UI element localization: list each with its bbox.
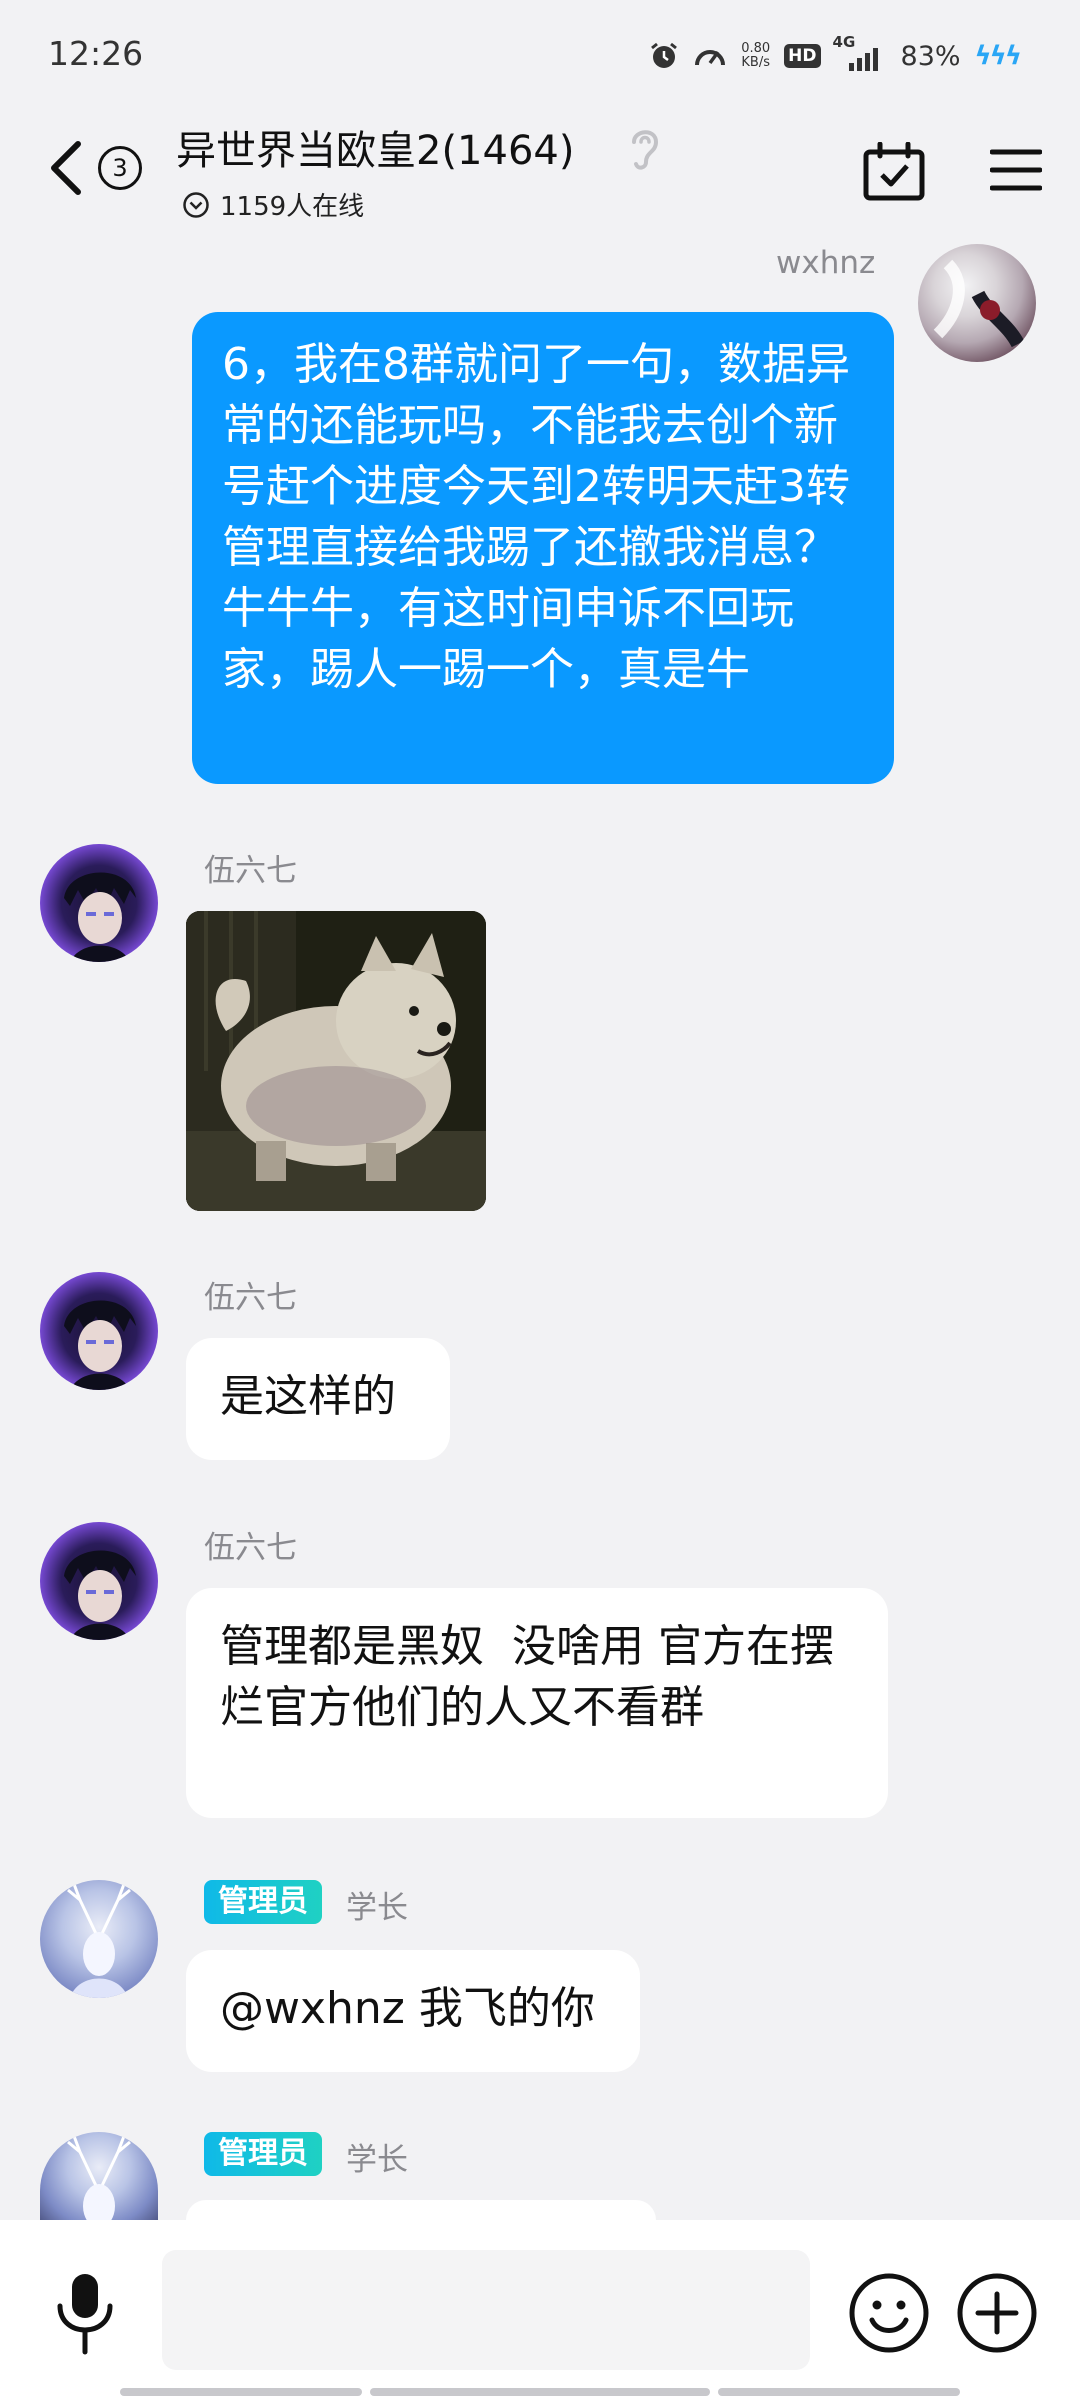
admin-badge: 管理员 (204, 1880, 322, 1924)
sender-name: 学长 (346, 1890, 408, 1926)
group-title[interactable]: 异世界当欧皇2(1464) (176, 118, 574, 176)
message-bubble[interactable]: 是这样的 (186, 1338, 450, 1460)
admin-badge: 管理员 (204, 2132, 322, 2176)
speedometer-icon (695, 50, 726, 66)
message-bubble[interactable]: 管理都是黑奴 没啥用 官方在摆烂官方他们的人又不看群 (186, 1588, 888, 1818)
status-icons: 0.80 KB/s HD 4G 83% ϟϟϟ (649, 33, 1022, 76)
dog-sticker-image[interactable] (186, 911, 486, 1211)
signal-icon: 4G (833, 33, 887, 71)
chevron-down-circle-icon (183, 191, 209, 218)
plus-icon[interactable] (956, 2272, 1038, 2354)
sender-name: 伍六七 (204, 853, 297, 889)
online-status[interactable]: 1159人在线 (182, 186, 364, 223)
message-bubble[interactable] (186, 2200, 656, 2220)
net-speed-value: 0.80 (741, 41, 771, 56)
network-type: 4G (832, 33, 856, 51)
battery-percent: 83% (900, 40, 961, 72)
unread-count-badge[interactable]: 3 (98, 146, 142, 190)
net-speed-unit: KB/s (741, 55, 770, 70)
sender-name: 学长 (346, 2142, 408, 2178)
sender-name: 伍六七 (204, 1530, 297, 1566)
net-speed: 0.80 KB/s (741, 42, 770, 70)
emoji-icon[interactable] (848, 2272, 930, 2354)
sender-name: wxhnz (776, 245, 876, 281)
user-avatar[interactable] (40, 1880, 158, 1998)
message-bubble[interactable]: 6，我在8群就问了一句，数据异常的还能玩吗，不能我去创个新号赶个进度今天到2转明… (192, 312, 894, 784)
user-avatar[interactable] (40, 2132, 158, 2220)
menu-icon[interactable] (990, 146, 1042, 194)
user-avatar[interactable] (40, 844, 158, 962)
gesture-bar (718, 2388, 960, 2396)
microphone-icon[interactable] (50, 2270, 120, 2356)
hd-icon: HD (784, 44, 821, 68)
ear-icon[interactable] (624, 124, 664, 172)
message-input[interactable] (162, 2250, 810, 2370)
user-avatar[interactable] (40, 1522, 158, 1640)
status-time: 12:26 (48, 34, 144, 73)
alarm-icon (651, 42, 678, 68)
sender-name: 伍六七 (204, 1280, 297, 1316)
gesture-bar (370, 2388, 710, 2396)
online-count: 1159人在线 (220, 192, 365, 222)
user-avatar[interactable] (40, 1272, 158, 1390)
gesture-bar (120, 2388, 362, 2396)
charging-icon: ϟϟϟ (974, 41, 1022, 71)
user-avatar[interactable] (918, 244, 1036, 362)
message-bubble[interactable]: @wxhnz 我飞的你 (186, 1950, 640, 2072)
back-arrow-icon[interactable] (42, 138, 92, 198)
status-bar: 12:26 0.80 KB/s HD 4G 83% ϟϟϟ (0, 0, 1080, 100)
calendar-check-icon[interactable] (862, 142, 926, 202)
